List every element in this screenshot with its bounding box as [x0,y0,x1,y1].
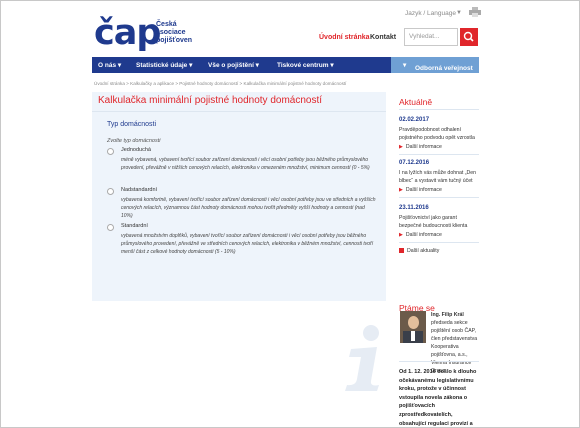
print-icon[interactable] [469,7,481,17]
divider [399,154,479,155]
search-input[interactable]: Vyhledat... [404,28,458,46]
link-label: Další aktuality [407,248,440,254]
household-type-hint: Zvolte typ domácnosti [107,138,161,144]
radio-standardni[interactable] [107,224,114,231]
divider [399,361,479,362]
news-more-link[interactable]: ▶ Další informace [399,187,442,193]
person-name: Ing. Filip Král [431,312,464,318]
arrow-right-icon: ▶ [399,232,403,238]
option-description: vybavená komfortně, vybavení tvořící sou… [121,197,376,219]
search-icon [463,31,474,42]
logo-text: Česká asociace pojišťoven [156,21,192,45]
arrow-right-icon: ▶ [399,144,403,150]
page-title: Kalkulačka minimální pojistné hodnoty do… [98,95,323,106]
news-date: 02.02.2017 [399,117,430,123]
list-icon [399,248,404,254]
logo-mark: čap [94,13,161,53]
divider [399,242,479,243]
nav-item-press[interactable]: Tiskové centrum ▾ [277,61,334,69]
news-more-link[interactable]: ▶ Další informace [399,232,442,238]
arrow-right-icon: ▶ [399,187,403,193]
option-label: Jednoduchá [121,147,151,153]
link-label: Další informace [405,232,442,238]
page-frame: čap Česká asociace pojišťoven Jazyk / La… [0,0,580,428]
news-text[interactable]: Pravděpodobnost odhalení pojistného podv… [399,126,479,142]
radio-nadstandardni[interactable] [107,188,114,195]
radio-jednoducha[interactable] [107,148,114,155]
news-text[interactable]: I na lyžích vás může dohnat „Den blbec“ … [399,169,479,185]
language-selector[interactable]: Jazyk / Language [405,10,456,17]
nav-item-label: Tiskové centrum [277,62,329,69]
option-description: vybavená množstvím doplňků, vybavení tvo… [121,233,374,255]
link-label: Další informace [405,144,442,150]
logo-line-3: pojišťoven [156,37,193,44]
divider [399,197,479,198]
option-label: Nadstandardní [121,187,158,193]
nav-home-link[interactable]: Úvodní stránka [319,34,370,41]
info-icon [345,325,379,391]
option-description: méně vybavená, vybavení tvořící soubor z… [121,157,370,171]
photo-shirt [411,331,415,341]
person-photo [400,311,426,343]
nav-item-statistics[interactable]: Statistické údaje ▾ [136,61,192,69]
news-more-link[interactable]: ▶ Další informace [399,144,442,150]
section-title: Typ domácnosti [107,121,157,128]
chevron-down-icon[interactable]: ▼ [456,10,462,16]
nav-item-o-nas[interactable]: O nás ▾ [98,61,121,69]
interview-teaser[interactable]: Od 1. 12. 2016 došlo k dlouho očekávaném… [399,368,481,427]
cap-logo[interactable]: čap Česká asociace pojišťoven [94,13,192,53]
news-text[interactable]: Pojišťovnictví jako garant bezpečné budo… [399,214,479,230]
news-heading: Aktuálně [399,97,433,107]
nav-item-professional-public[interactable]: Odborná veřejnost ▾ [391,57,479,73]
news-date: 23.11.2016 [399,205,429,211]
divider [399,109,479,110]
option-label: Standardní [121,223,148,229]
nav-item-label: Vše o pojištění [208,62,254,69]
nav-item-label: Statistické údaje [136,62,188,69]
breadcrumb[interactable]: Úvodní stránka > Kalkulačky a aplikace >… [94,81,346,86]
all-news-link[interactable]: Další aktuality [399,248,439,254]
news-date: 07.12.2016 [399,160,430,166]
person-role: předseda sekce pojištění osob ČAP, člen … [431,320,478,374]
nav-item-label: Odborná veřejnost [415,65,473,72]
search-button[interactable] [460,28,478,46]
person-info: Ing. Filip Král předseda sekce pojištění… [431,311,481,375]
photo-face [408,316,419,329]
nav-item-insurance[interactable]: Vše o pojištění ▾ [208,61,259,69]
logo-line-1: Česká [156,21,177,28]
logo-line-2: asociace [156,29,186,36]
nav-contact-link[interactable]: Kontakt [370,34,396,41]
link-label: Další informace [405,187,442,193]
nav-item-label: O nás [98,62,117,69]
